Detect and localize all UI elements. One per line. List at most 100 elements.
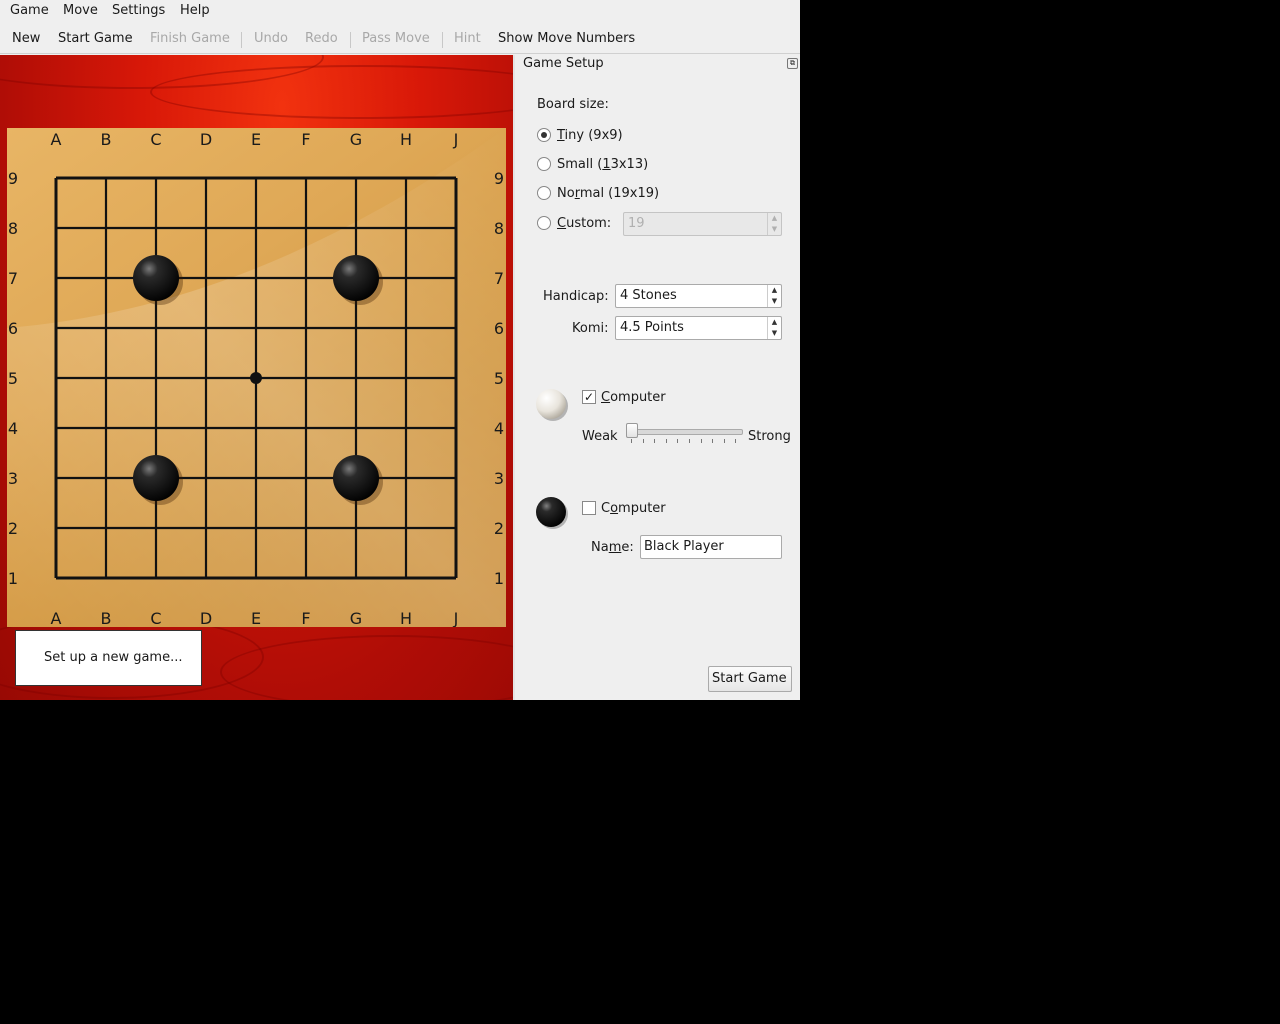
radio-tiny-label[interactable]: Tiny (9x9) (557, 128, 623, 143)
column-label: J (453, 609, 459, 627)
finish-game-button[interactable]: Finish Game (150, 31, 230, 46)
toolbar-separator (350, 32, 351, 48)
radio-small[interactable] (537, 157, 551, 171)
menu-help[interactable]: Help (180, 3, 210, 18)
radio-tiny[interactable] (537, 128, 551, 142)
komi-value: 4.5 Points (620, 320, 684, 335)
row-label: 5 (494, 369, 504, 388)
slider-tick (642, 439, 644, 443)
strength-slider-handle[interactable] (626, 423, 638, 438)
spin-arrows-icon[interactable]: ▲ ▼ (767, 317, 781, 339)
go-board[interactable]: A A B B C C D D E E F F G G H H J J 9 9 8 8 7 7 6 6 5 5 4 4 3 3 2 2 1 1 (7, 128, 506, 627)
handicap-label: Handicap: (543, 289, 609, 304)
slider-tick (735, 439, 737, 443)
name-label: Name: (591, 540, 634, 555)
column-label: E (251, 130, 261, 149)
column-label: H (400, 130, 412, 149)
menu-game[interactable]: Game (10, 3, 49, 18)
row-label: 3 (8, 469, 18, 488)
radio-custom[interactable] (537, 216, 551, 230)
hint-button[interactable]: Hint (454, 31, 481, 46)
slider-tick (631, 439, 632, 443)
undo-button[interactable]: Undo (254, 31, 288, 46)
slider-tick (723, 439, 725, 443)
row-label: 9 (8, 169, 18, 188)
toolbar-separator (241, 32, 242, 48)
white-stone-icon (536, 389, 568, 421)
start-game-button[interactable]: Start Game (708, 666, 792, 692)
row-label: 9 (494, 169, 504, 188)
white-computer-label[interactable]: Computer (601, 390, 666, 405)
column-label: B (101, 130, 112, 149)
menu-settings[interactable]: Settings (112, 3, 165, 18)
custom-size-value: 19 (628, 216, 645, 231)
custom-size-spinbox[interactable]: 19 ▲ ▼ (623, 212, 782, 236)
slider-tick (654, 439, 656, 443)
column-label: C (150, 609, 161, 627)
row-label: 7 (494, 269, 504, 288)
row-label: 2 (494, 519, 504, 538)
spin-arrows-icon[interactable]: ▲ ▼ (767, 285, 781, 307)
black-computer-label[interactable]: Computer (601, 501, 666, 516)
column-label: H (400, 609, 412, 627)
kigo-window: Game Move Settings Help New Start Game F… (0, 0, 800, 700)
row-label: 1 (8, 569, 18, 588)
board-grid[interactable]: A A B B C C D D E E F F G G H H J J 9 9 8 8 7 7 6 6 5 5 4 4 3 3 2 2 1 1 (7, 128, 506, 627)
status-box: Set up a new game... (15, 630, 202, 686)
column-label: B (101, 609, 112, 627)
black-stone (333, 255, 379, 301)
row-label: 1 (494, 569, 504, 588)
panel-title: Game Setup (523, 56, 604, 71)
new-button[interactable]: New (12, 31, 40, 46)
column-label: F (301, 130, 310, 149)
start-game-button-label: Start Game (712, 671, 787, 686)
row-label: 8 (494, 219, 504, 238)
radio-normal[interactable] (537, 186, 551, 200)
handicap-value: 4 Stones (620, 288, 677, 303)
slider-tick (700, 439, 702, 443)
column-label: D (200, 130, 212, 149)
black-stone (133, 455, 179, 501)
column-label: D (200, 609, 212, 627)
column-label: A (51, 609, 62, 627)
toolbar: New Start Game Finish Game Undo Redo Pas… (0, 23, 800, 54)
spin-arrows-icon[interactable]: ▲ ▼ (767, 213, 781, 235)
black-player-name-field[interactable]: Black Player (640, 535, 782, 559)
column-label: G (350, 609, 362, 627)
slider-tick (712, 439, 714, 443)
weak-label: Weak (582, 429, 618, 444)
game-setup-panel: Game Setup ⧉ Board size: Tiny (9x9) Smal… (515, 55, 800, 700)
show-move-numbers-button[interactable]: Show Move Numbers (498, 31, 635, 46)
row-label: 2 (8, 519, 18, 538)
board-size-label: Board size: (537, 97, 609, 112)
strong-label: Strong (748, 429, 791, 444)
black-stone (133, 255, 179, 301)
row-label: 4 (8, 419, 18, 438)
row-label: 7 (8, 269, 18, 288)
pass-move-button[interactable]: Pass Move (362, 31, 430, 46)
black-computer-checkbox[interactable] (582, 501, 596, 515)
black-stone (333, 455, 379, 501)
column-label: A (51, 130, 62, 149)
white-computer-checkbox[interactable]: ✓ (582, 390, 596, 404)
row-label: 6 (8, 319, 18, 338)
handicap-spinbox[interactable]: 4 Stones ▲ ▼ (615, 284, 782, 308)
komi-spinbox[interactable]: 4.5 Points ▲ ▼ (615, 316, 782, 340)
menu-move[interactable]: Move (63, 3, 98, 18)
redo-button[interactable]: Redo (305, 31, 338, 46)
toolbar-separator (442, 32, 443, 48)
row-label: 5 (8, 369, 18, 388)
row-label: 8 (8, 219, 18, 238)
radio-custom-label[interactable]: Custom: (557, 216, 611, 231)
start-game-toolbar-button[interactable]: Start Game (58, 31, 133, 46)
radio-small-label[interactable]: Small (13x13) (557, 157, 648, 172)
slider-tick (689, 439, 690, 443)
radio-normal-label[interactable]: Normal (19x19) (557, 186, 659, 201)
column-label: G (350, 130, 362, 149)
row-label: 6 (494, 319, 504, 338)
slider-tick (677, 439, 679, 443)
strength-slider-track[interactable] (626, 429, 743, 435)
float-icon[interactable]: ⧉ (787, 58, 798, 69)
column-label: C (150, 130, 161, 149)
column-label: E (251, 609, 261, 627)
